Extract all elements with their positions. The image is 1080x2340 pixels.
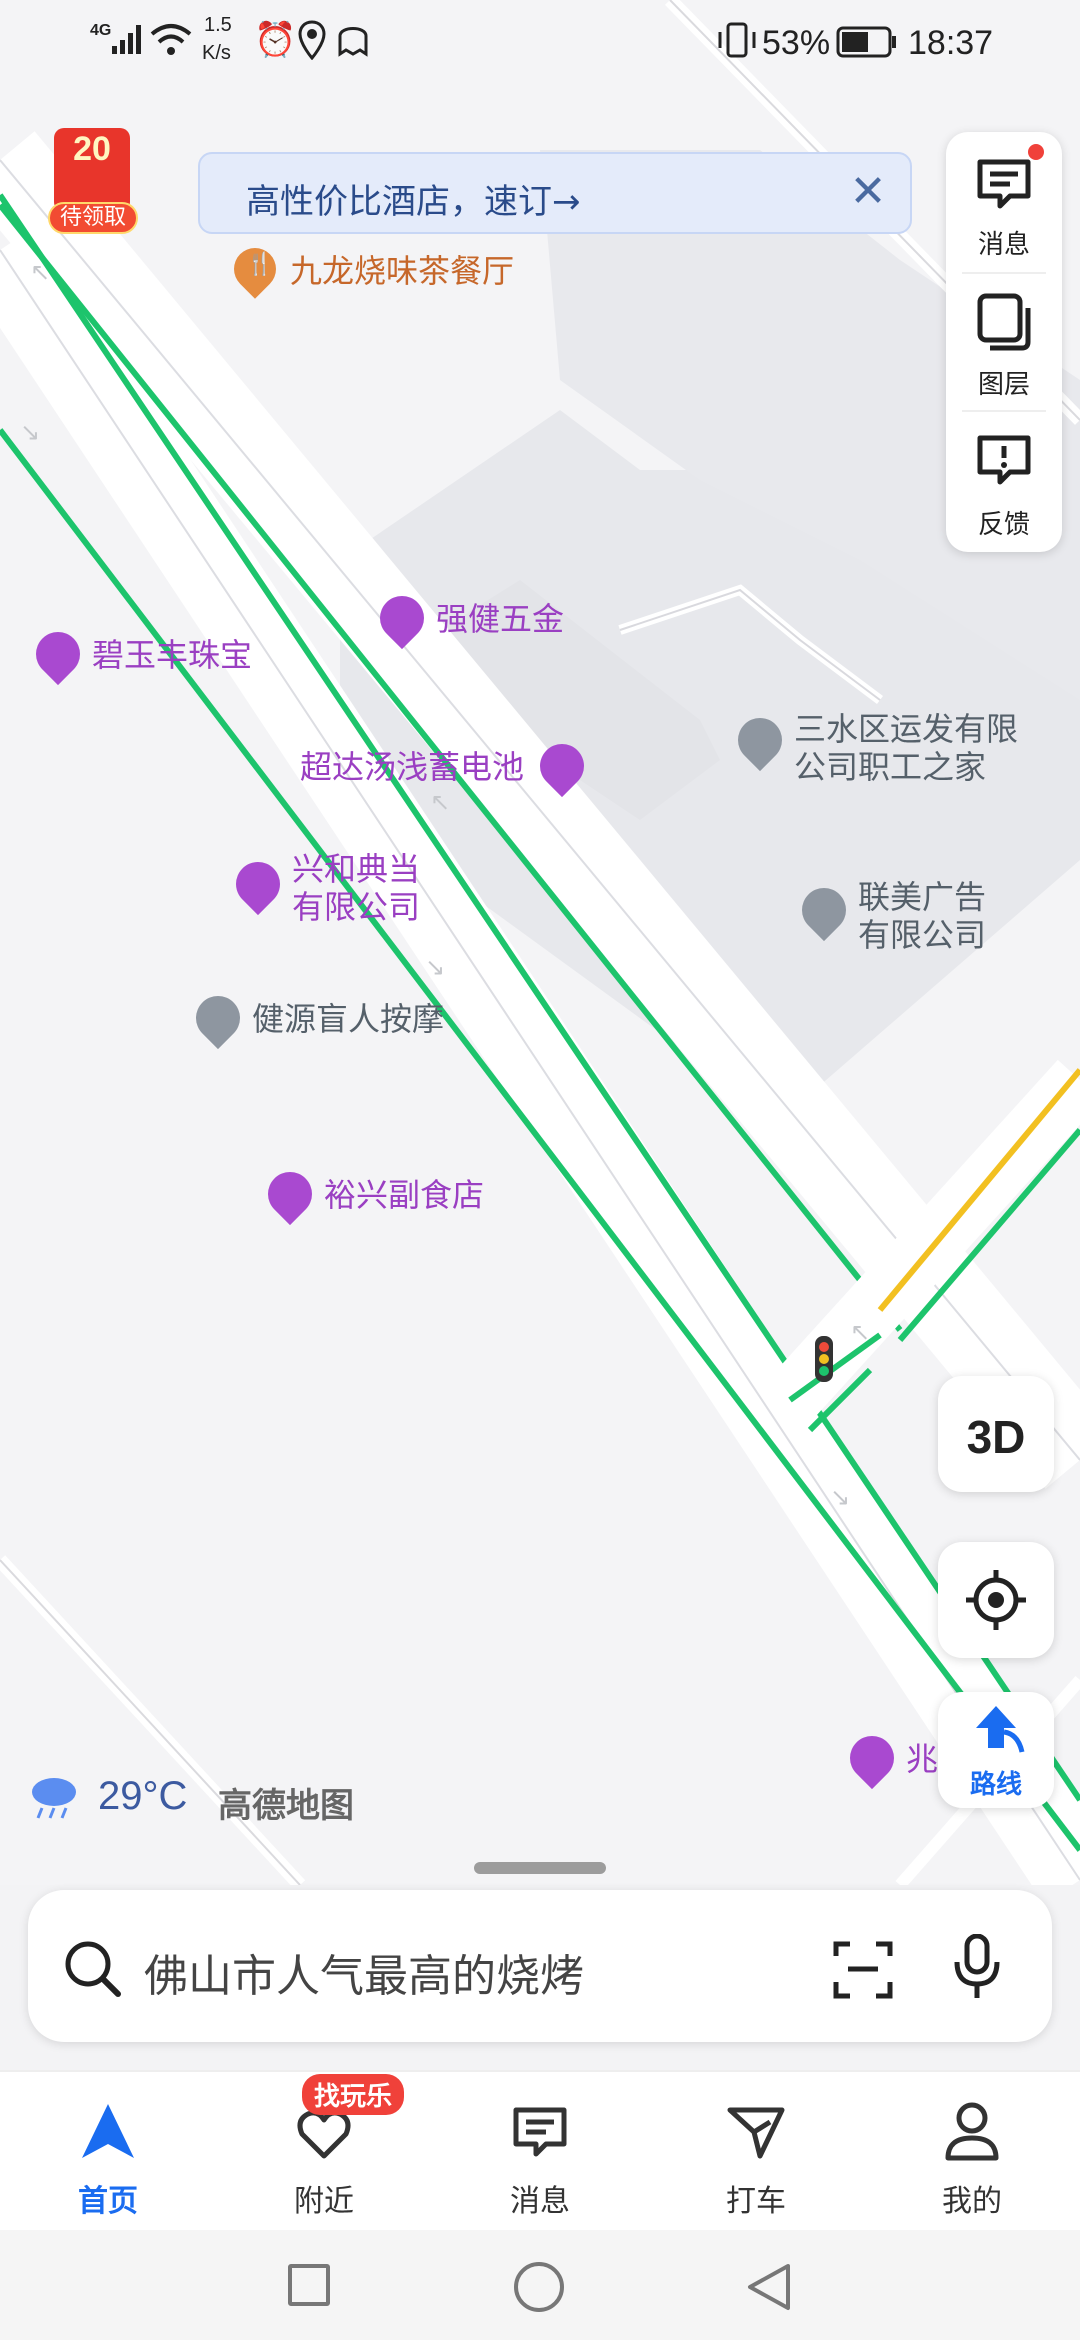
- feedback-button[interactable]: 反馈: [946, 412, 1062, 548]
- scan-icon[interactable]: [832, 1938, 894, 2000]
- svg-text:↖: ↖: [850, 1318, 870, 1346]
- layers-icon: [977, 293, 1031, 351]
- tab-taxi[interactable]: 打车: [648, 2070, 864, 2230]
- bottom-tab-bar: 首页 找玩乐 附近 消息 打车 我的: [0, 2070, 1080, 2230]
- promo-label: 待领取: [48, 202, 138, 234]
- rain-cloud-icon: [32, 1778, 76, 1819]
- poi-label: 有限公司: [292, 888, 421, 926]
- svg-text:↘: ↘: [20, 418, 40, 446]
- vibrate-icon: [718, 22, 756, 58]
- crosshair-icon: [966, 1570, 1026, 1630]
- temperature: 29°C: [98, 1774, 188, 1818]
- map-tools-panel: 消息 图层 反馈: [946, 132, 1062, 552]
- svg-text:↘: ↘: [830, 1483, 850, 1511]
- tab-mine[interactable]: 我的: [864, 2070, 1080, 2230]
- person-icon: [945, 2102, 999, 2161]
- poi-label: 兆: [906, 1740, 939, 1778]
- poi-label: 公司职工之家: [794, 748, 987, 786]
- poi-label: 九龙烧味茶餐厅: [290, 252, 515, 290]
- messages-label: 消息: [977, 230, 1030, 260]
- tab-nearby[interactable]: 找玩乐 附近: [216, 2070, 432, 2230]
- close-icon[interactable]: ✕: [840, 164, 896, 220]
- messages-button[interactable]: 消息: [946, 132, 1062, 268]
- poi-label: 兴和典当: [292, 850, 421, 888]
- recents-icon[interactable]: [288, 2264, 330, 2306]
- banner-text: 高性价比酒店，速订→: [246, 182, 581, 222]
- map-view[interactable]: ↖ ↘ ↖ ↘ ↖ ↘ 🍴 九龙烧味茶餐厅 强健五金 碧玉丰珠宝 三水区运发有限…: [0, 0, 1080, 1885]
- weather-widget[interactable]: 29°C 高德地图: [28, 1766, 388, 1826]
- promo-red-packet[interactable]: 20 待领取: [48, 128, 140, 236]
- status-bar: 4G 1.5 K/s ⏰ 53% 18:37: [0, 0, 1080, 90]
- feedback-label: 反馈: [977, 510, 1030, 540]
- brand-label: 高德地图: [218, 1786, 354, 1826]
- tab-label: 打车: [726, 2184, 786, 2219]
- hotel-promo-banner[interactable]: 高性价比酒店，速订→ ✕: [198, 152, 912, 234]
- 3d-toggle-button[interactable]: 3D: [938, 1376, 1054, 1492]
- poi-label: 联美广告: [858, 878, 987, 916]
- route-label: 路线: [969, 1770, 1022, 1800]
- wifi-icon: [150, 24, 192, 55]
- poi-label: 超达汤浅蓄电池: [300, 748, 525, 786]
- unread-dot: [1028, 144, 1044, 160]
- route-arrow-icon: [976, 1706, 1025, 1753]
- poi-label: 有限公司: [858, 916, 987, 954]
- system-nav-bar: [0, 2230, 1080, 2340]
- battery-percent: 53%: [762, 24, 831, 62]
- nearby-badge: 找玩乐: [302, 2074, 405, 2115]
- location-icon: [298, 20, 326, 60]
- tab-label: 消息: [510, 2184, 570, 2219]
- layers-label: 图层: [977, 370, 1030, 400]
- search-icon: [65, 1941, 121, 1997]
- net-speed: 1.5: [204, 14, 232, 36]
- tab-label: 我的: [942, 2184, 1002, 2219]
- tab-messages[interactable]: 消息: [432, 2070, 648, 2230]
- notification-ghost-icon: [338, 27, 368, 57]
- clock: 18:37: [908, 24, 994, 62]
- poi-label: 碧玉丰珠宝: [92, 636, 253, 674]
- poi-label: 强健五金: [436, 600, 565, 638]
- locate-me-button[interactable]: [938, 1542, 1054, 1658]
- search-input[interactable]: 佛山市人气最高的烧烤: [144, 1940, 584, 2004]
- svg-text:↘: ↘: [425, 953, 445, 981]
- search-bar[interactable]: 佛山市人气最高的烧烤: [28, 1890, 1052, 2042]
- layers-button[interactable]: 图层: [946, 272, 1062, 408]
- microphone-icon[interactable]: [952, 1934, 1002, 2002]
- poi-chaoda[interactable]: 超达汤浅蓄电池: [300, 734, 594, 798]
- feedback-alert-icon: [977, 435, 1031, 485]
- poi-label: 三水区运发有限: [794, 710, 1019, 748]
- tab-label: 附近: [294, 2184, 354, 2219]
- poi-label: 裕兴副食店: [324, 1176, 485, 1214]
- net-speed-unit: K/s: [202, 42, 231, 64]
- tab-label: 首页: [78, 2184, 138, 2219]
- battery-icon: [836, 26, 896, 58]
- poi-label: 健源盲人按摩: [252, 1000, 445, 1038]
- navigation-arrow-icon: [82, 2104, 134, 2158]
- alarm-icon: ⏰: [254, 21, 297, 59]
- signal-icon: [112, 25, 141, 54]
- fork-knife-icon: 🍴: [246, 252, 274, 277]
- svg-text:↖: ↖: [30, 258, 50, 286]
- promo-number: 20: [73, 130, 111, 168]
- message-icon: [977, 159, 1031, 209]
- shop-pin-icon: [530, 734, 594, 798]
- home-icon[interactable]: [514, 2262, 564, 2312]
- taxi-flag-icon: [727, 2107, 785, 2159]
- 3d-label: 3D: [966, 1411, 1026, 1463]
- route-button[interactable]: 路线: [938, 1692, 1054, 1808]
- sheet-drag-handle[interactable]: [474, 1862, 606, 1874]
- message-icon: [513, 2107, 567, 2157]
- network-type: 4G: [90, 22, 112, 39]
- back-icon[interactable]: [744, 2262, 794, 2312]
- tab-home[interactable]: 首页: [0, 2070, 216, 2230]
